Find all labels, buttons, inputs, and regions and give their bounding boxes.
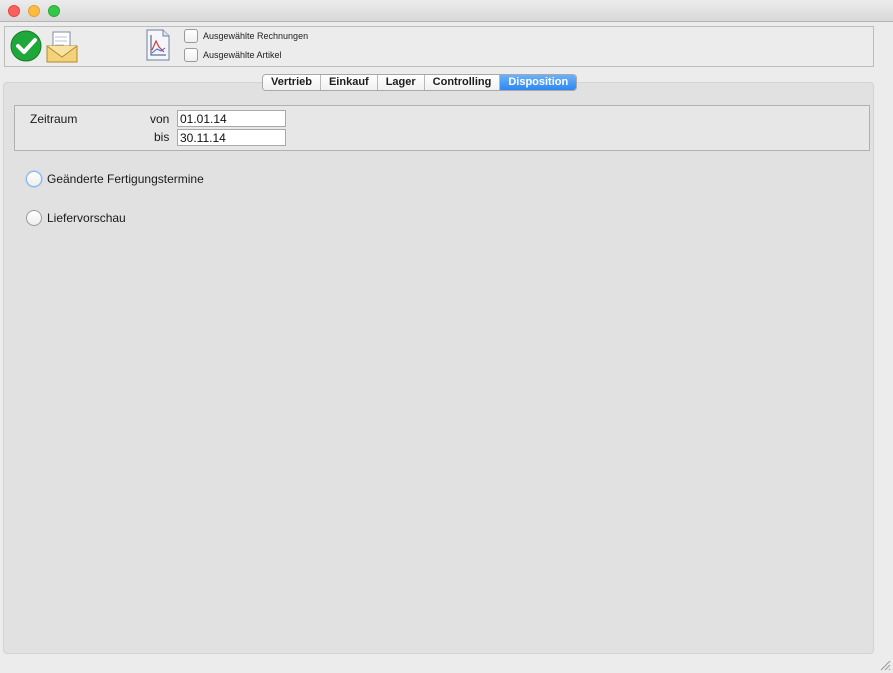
disposition-panel: Zeitraum von bis 01.01.14 30.11.14 Geänd… [3,82,874,654]
mail-document-icon[interactable] [45,30,79,64]
ausgewaehlte-artikel-checkbox[interactable] [184,48,198,62]
option-liefervorschau[interactable]: Liefervorschau [26,210,126,226]
radio-label: Geänderte Fertigungstermine [47,172,204,186]
geaenderte-fertigungstermine-radio[interactable] [26,171,42,187]
checkbox-label: Ausgewählte Artikel [203,50,282,60]
tab-vertrieb[interactable]: Vertrieb [263,75,321,90]
toolbar: Ausgewählte Rechnungen Ausgewählte Artik… [4,26,874,67]
radio-label: Liefervorschau [47,211,126,225]
tab-disposition[interactable]: Disposition [500,75,577,90]
bis-date-field[interactable]: 30.11.14 [177,129,286,146]
tab-controlling[interactable]: Controlling [424,75,501,90]
checkmark-icon[interactable] [10,30,44,64]
liefervorschau-radio[interactable] [26,210,42,226]
tab-bar: Vertrieb Einkauf Lager Controlling Dispo… [262,74,578,91]
window-close-button[interactable] [8,5,20,17]
checkbox-row-artikel[interactable]: Ausgewählte Artikel [184,47,282,63]
window-minimize-button[interactable] [28,5,40,17]
von-label: von [150,112,170,126]
zeitraum-group: Zeitraum von bis 01.01.14 30.11.14 [14,105,870,151]
chart-document-icon[interactable] [145,29,171,61]
window-zoom-button[interactable] [48,5,60,17]
tab-lager[interactable]: Lager [377,75,425,90]
tab-einkauf[interactable]: Einkauf [320,75,378,90]
window-titlebar [0,0,893,22]
resize-grip-icon[interactable] [879,659,891,671]
von-date-field[interactable]: 01.01.14 [177,110,286,127]
ausgewaehlte-rechnungen-checkbox[interactable] [184,29,198,43]
bis-label: bis [154,130,170,144]
checkbox-label: Ausgewählte Rechnungen [203,31,309,41]
zeitraum-label: Zeitraum [30,112,78,126]
option-geaenderte-fertigungstermine[interactable]: Geänderte Fertigungstermine [26,171,204,187]
checkbox-row-rechnungen[interactable]: Ausgewählte Rechnungen [184,28,308,44]
